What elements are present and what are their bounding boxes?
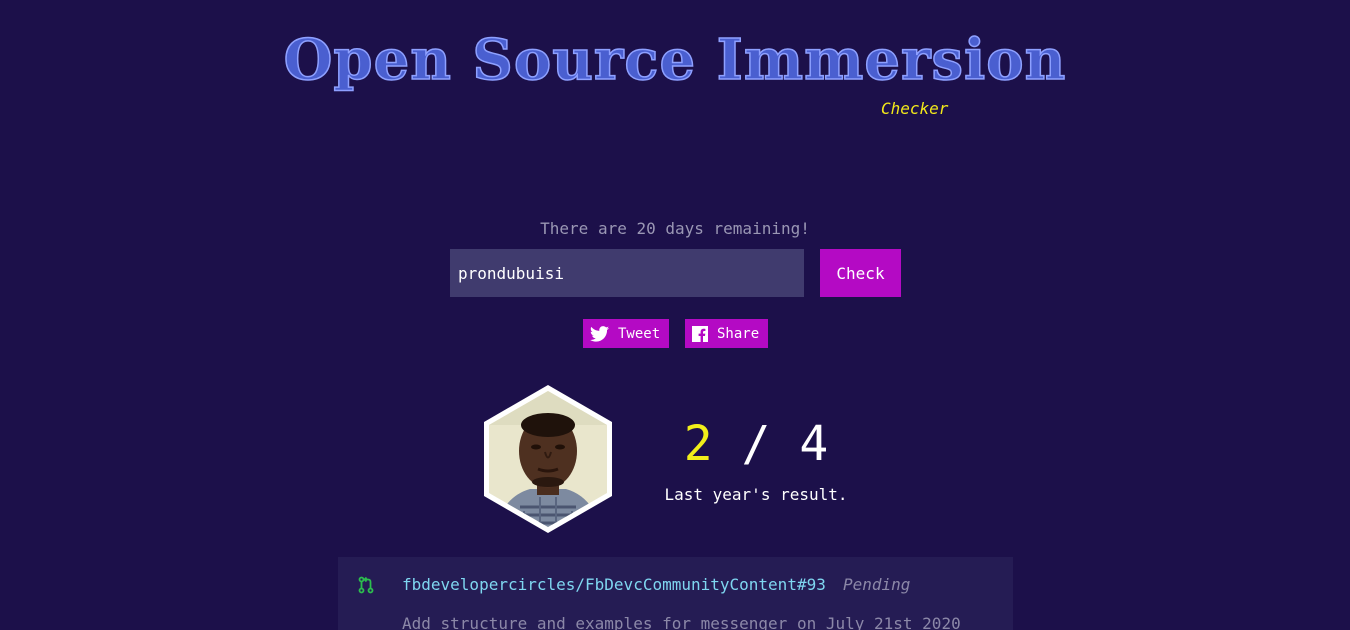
facebook-icon xyxy=(692,325,708,342)
pull-request-icon xyxy=(358,576,374,594)
pull-request-link[interactable]: fbdevelopercircles/FbDevcCommunityConten… xyxy=(402,575,826,594)
page-title: Open Source Immersion xyxy=(283,26,1067,94)
share-label: Share xyxy=(717,325,760,342)
page-subtitle: Checker xyxy=(881,99,949,118)
score-current: 2 xyxy=(683,416,713,472)
avatar xyxy=(484,385,612,533)
pull-request-description: Add structure and examples for messenger… xyxy=(402,614,961,630)
twitter-icon xyxy=(590,325,609,342)
result-caption: Last year's result. xyxy=(664,485,848,504)
score-separator: / xyxy=(712,416,800,472)
days-remaining-text: There are 20 days remaining! xyxy=(540,219,810,238)
facebook-share-button[interactable]: Share xyxy=(685,319,768,348)
tweet-label: Tweet xyxy=(618,325,661,342)
score-display: 2 / 4 xyxy=(640,414,872,474)
username-input[interactable] xyxy=(450,249,804,297)
score-total: 4 xyxy=(799,416,829,472)
pull-request-card: fbdevelopercircles/FbDevcCommunityConten… xyxy=(338,557,1013,630)
tweet-button[interactable]: Tweet xyxy=(583,319,669,348)
pull-request-status: Pending xyxy=(843,575,911,594)
check-button[interactable]: Check xyxy=(820,249,901,297)
